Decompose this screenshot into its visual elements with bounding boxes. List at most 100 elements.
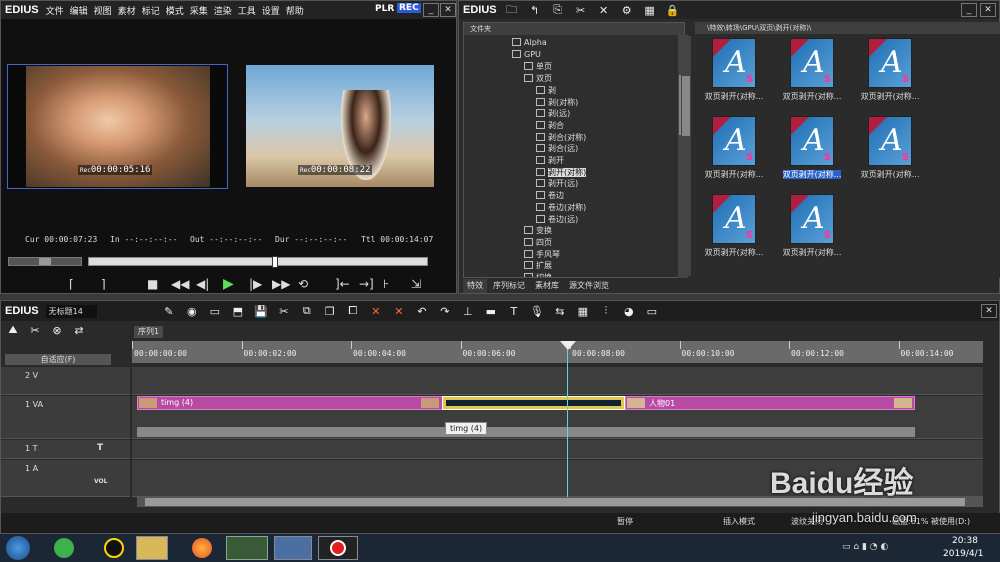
effect-thumbnail[interactable]: As 双页剥开(对称... — [697, 38, 771, 102]
track-header-2v[interactable]: 2 V — [1, 367, 130, 395]
tree-item[interactable]: Alpha — [512, 38, 547, 49]
set-out-icon[interactable]: ⌉ — [101, 277, 106, 291]
menu-view[interactable]: 视图 — [94, 7, 112, 17]
taskbar-app-firefox[interactable] — [192, 538, 212, 558]
properties-icon[interactable]: ⚙ — [619, 3, 635, 17]
playhead-marker[interactable] — [272, 256, 278, 268]
tree-item[interactable]: 剥开(远) — [536, 178, 578, 189]
layout-icon[interactable]: ▭ — [644, 304, 660, 318]
tree-item[interactable]: 剥(对称) — [536, 97, 578, 108]
lane-1t[interactable] — [132, 440, 983, 459]
menu-mode[interactable]: 模式 — [166, 7, 184, 17]
effect-thumbnail[interactable]: As 双页剥开(对称... — [697, 194, 771, 258]
track-header-1va[interactable]: 1 VA — [1, 396, 130, 439]
preview-right[interactable]: Rec00:00:08:22 — [246, 65, 434, 187]
razor-icon[interactable]: ⊥ — [460, 304, 476, 318]
menu-edit[interactable]: 编辑 — [70, 7, 88, 17]
tree-item[interactable]: 剥合(远) — [536, 143, 578, 154]
tree-item[interactable]: 扩展 — [524, 260, 552, 271]
tree-item[interactable]: GPU — [512, 49, 541, 61]
export-output-icon[interactable]: ⇆ — [552, 304, 568, 318]
tab-effects[interactable]: 特效 — [463, 279, 487, 293]
tree-item[interactable]: 切换 — [524, 272, 552, 277]
save-project-icon[interactable]: 💾 — [253, 304, 269, 318]
multicam-icon[interactable]: ▦ — [575, 304, 591, 318]
taskbar-app-recorder[interactable] — [318, 536, 358, 560]
tree-item[interactable]: 变换 — [524, 225, 552, 236]
tree-item[interactable]: 双页 — [524, 73, 552, 84]
audio-mixer-icon[interactable]: ⫶ — [598, 304, 614, 318]
loop-icon[interactable]: ⟲ — [298, 277, 308, 291]
track-header-1t[interactable]: 1 T T — [1, 440, 130, 459]
overwrite-icon[interactable]: →] — [359, 277, 374, 291]
sync-icon[interactable]: ⇄ — [71, 323, 87, 337]
rec-indicator[interactable]: REC — [397, 3, 421, 13]
clip-timg4[interactable]: timg (4) — [137, 396, 444, 410]
mixer-icon[interactable]: ▬ — [483, 304, 499, 318]
lock-icon[interactable]: 🔒 — [665, 3, 681, 17]
tree-item[interactable]: 剥开 — [536, 155, 564, 166]
split-icon[interactable]: ⊦ — [383, 277, 389, 291]
menu-marker[interactable]: 标记 — [142, 7, 160, 17]
fast-forward-icon[interactable]: ▶▶ — [272, 277, 290, 291]
position-slider[interactable] — [88, 256, 428, 268]
add-clip-icon[interactable]: ⎘ — [550, 3, 566, 17]
tree-item[interactable]: 剥 — [536, 85, 556, 96]
paste-icon[interactable]: ❐ — [322, 304, 338, 318]
tree-item[interactable]: 四页 — [524, 237, 552, 248]
menu-file[interactable]: 文件 — [46, 7, 64, 17]
cut-icon[interactable]: ✂ — [573, 3, 589, 17]
effect-thumbnail[interactable]: As 双页剥开(对称... — [697, 116, 771, 180]
taskbar-app-edius[interactable] — [226, 536, 268, 560]
timeline-playhead[interactable] — [567, 341, 568, 497]
taskbar-app-explorer[interactable] — [136, 536, 168, 560]
stop-icon[interactable]: ■ — [147, 277, 158, 291]
delete-icon[interactable]: ✕ — [596, 3, 612, 17]
taskbar-app-notes[interactable] — [274, 536, 312, 560]
playhead-handle[interactable] — [560, 341, 576, 350]
track-header-1a[interactable]: 1 A VOL — [1, 460, 130, 497]
track-mode-icon[interactable]: ⛰ — [5, 323, 21, 337]
clock-date[interactable]: 2019/4/1 — [943, 549, 983, 559]
tree-item[interactable]: 单页 — [524, 61, 552, 72]
tree-item[interactable]: 卷边(远) — [536, 214, 578, 225]
link-icon[interactable]: ⊗ — [49, 323, 65, 337]
color-icon[interactable]: ◕ — [621, 304, 637, 318]
tab-seq-markers[interactable]: 序列标记 — [489, 279, 529, 293]
clip-person01[interactable]: 人物01 — [625, 396, 915, 410]
effect-thumbnail[interactable]: As 双页剥开(对称... — [775, 194, 849, 258]
snapshot-icon[interactable]: ◉ — [184, 304, 200, 318]
plr-indicator[interactable]: PLR — [375, 4, 394, 14]
status-insert-mode[interactable]: 插入模式 — [723, 516, 755, 527]
play-icon[interactable]: ▶ — [223, 276, 234, 292]
transition-block[interactable] — [442, 396, 625, 410]
menu-capture[interactable]: 采集 — [190, 7, 208, 17]
menu-clip[interactable]: 素材 — [118, 7, 136, 17]
jog-slider[interactable] — [8, 257, 82, 266]
zoom-dropdown[interactable]: 自适应(F) — [5, 354, 111, 365]
tree-item[interactable]: 剥合(对称) — [536, 132, 586, 143]
clock-time[interactable]: 20:38 — [952, 536, 978, 546]
tree-item[interactable]: 剥开(对称) — [536, 167, 587, 178]
export-icon[interactable]: ⇲ — [411, 277, 421, 291]
effect-thumbnail[interactable]: As 双页剥开(对称... — [775, 38, 849, 102]
step-forward-icon[interactable]: |▶ — [249, 277, 262, 291]
edit-mode-icon[interactable]: ✂ — [27, 323, 43, 337]
delete-clip-icon[interactable]: ✕ — [368, 304, 384, 318]
insert-to-timeline-icon[interactable]: ]← — [335, 277, 350, 291]
effect-thumbnail[interactable]: As 双页剥开(对称... — [853, 38, 927, 102]
tree-item[interactable]: 剥合 — [536, 120, 564, 131]
tab-bin[interactable]: 素材库 — [531, 279, 563, 293]
ripple-delete-icon[interactable]: ✕ — [391, 304, 407, 318]
new-project-icon[interactable]: ▭ — [207, 304, 223, 318]
rewind-icon[interactable]: ◀◀ — [171, 277, 189, 291]
minimize-button[interactable]: _ — [423, 3, 439, 17]
open-project-icon[interactable]: ⬒ — [230, 304, 246, 318]
timeline-close-button[interactable]: ✕ — [981, 304, 997, 318]
taskbar-app-browser[interactable] — [54, 538, 74, 558]
bin-close-button[interactable]: ✕ — [980, 3, 996, 17]
preview-left[interactable]: Rec00:00:05:16 — [7, 64, 228, 189]
copy-icon[interactable]: ⧉ — [299, 304, 315, 318]
folder-icon[interactable]: 🗀 — [504, 3, 520, 17]
lane-2v[interactable] — [132, 367, 983, 395]
